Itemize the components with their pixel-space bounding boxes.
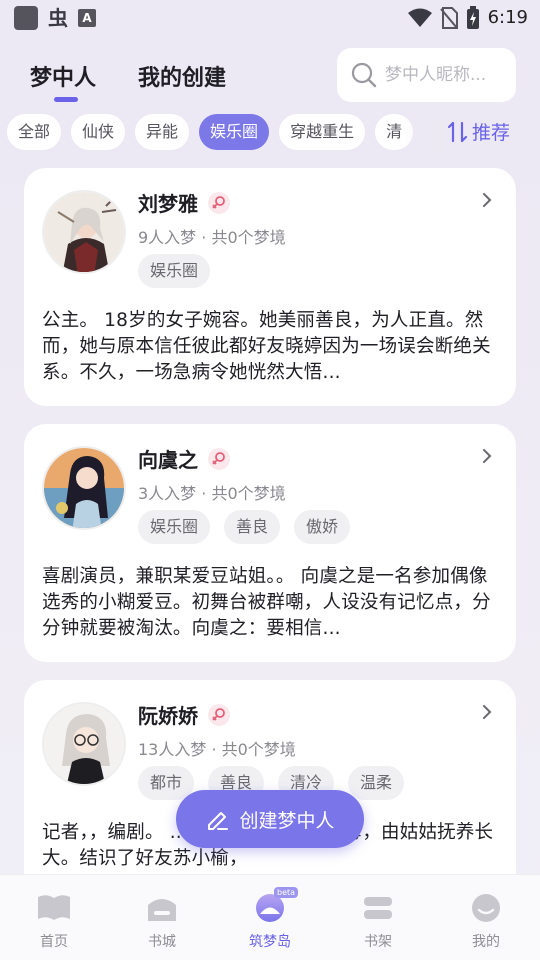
chip-superpower[interactable]: 异能: [135, 114, 190, 150]
bookshelf-icon: [364, 897, 392, 919]
home-book-icon: [38, 895, 70, 920]
tag: 都市: [138, 766, 195, 800]
female-icon: [208, 448, 230, 470]
character-name: 刘梦雅: [138, 192, 198, 216]
search-icon: [351, 62, 377, 88]
battery-charging-icon: [466, 6, 479, 29]
character-card[interactable]: 向虞之 3人入梦 · 共0个梦境 娱乐圈 善良 傲娇 喜剧演员，兼职某爱豆站姐。…: [24, 424, 516, 662]
chip-scroll-fade: [404, 114, 444, 152]
nav-label: 筑梦岛: [249, 934, 291, 950]
nav-label: 首页: [40, 934, 68, 950]
character-description: 喜剧演员，兼职某爱豆站姐。。 向虞之是一名参加偶像选秀的小糊爱豆。初舞台被群嘲，…: [42, 566, 491, 639]
search-box[interactable]: [337, 48, 516, 102]
chip-all[interactable]: 全部: [7, 114, 62, 150]
create-character-button[interactable]: 创建梦中人: [176, 790, 364, 848]
profile-icon: [472, 894, 500, 922]
avatar: [42, 190, 126, 274]
edit-pen-icon: [208, 812, 229, 830]
nav-label: 我的: [472, 934, 500, 950]
tag-list: 娱乐圈: [138, 254, 211, 288]
sort-icon: [448, 121, 468, 142]
bookstore-icon: [148, 899, 176, 921]
sort-button[interactable]: 推荐: [448, 118, 510, 145]
sort-label: 推荐: [472, 122, 511, 144]
beta-badge: beta: [274, 887, 299, 898]
status-bar: 虫 A 6:19: [0, 0, 540, 36]
notification-a-icon: A: [78, 9, 96, 27]
tab-dream-people[interactable]: 梦中人: [30, 60, 96, 92]
tag: 温柔: [348, 766, 405, 800]
tag: 娱乐圈: [138, 510, 211, 544]
character-card[interactable]: 刘梦雅 9人入梦 · 共0个梦境 娱乐圈 公主。 18岁的女子婉容。她美丽善良，…: [24, 168, 516, 406]
wifi-icon: [407, 8, 432, 27]
avatar: [42, 446, 126, 530]
nav-dream-island[interactable]: beta 筑梦岛: [216, 875, 324, 960]
tag: 傲娇: [294, 510, 351, 544]
notification-glyph: 虫: [48, 6, 68, 30]
character-stats: 13人入梦 · 共0个梦境: [138, 740, 296, 759]
chip-time-travel[interactable]: 穿越重生: [279, 114, 366, 150]
create-character-label: 创建梦中人: [239, 809, 335, 832]
chevron-right-icon[interactable]: [482, 192, 492, 208]
notification-app-icon: [14, 6, 38, 30]
nav-profile[interactable]: 我的: [432, 875, 540, 960]
avatar: [42, 702, 126, 786]
nav-bookshelf[interactable]: 书架: [324, 875, 432, 960]
character-name: 阮娇娇: [138, 704, 198, 728]
nav-home[interactable]: 首页: [0, 875, 108, 960]
nav-label: 书架: [364, 934, 392, 950]
female-icon: [208, 192, 230, 214]
category-filter-bar: 全部 仙侠 异能 娱乐圈 穿越重生 清: [7, 114, 440, 152]
tag: 善良: [224, 510, 281, 544]
character-name: 向虞之: [138, 448, 198, 472]
nav-bookstore[interactable]: 书城: [108, 875, 216, 960]
tag-list: 娱乐圈 善良 傲娇: [138, 510, 351, 544]
character-stats: 3人入梦 · 共0个梦境: [138, 484, 286, 503]
bottom-navigation: 首页 书城 beta 筑梦岛 书架 我的: [0, 874, 540, 960]
status-time: 6:19: [487, 7, 528, 28]
female-icon: [208, 704, 230, 726]
active-tab-indicator: [54, 97, 78, 102]
chevron-right-icon[interactable]: [482, 448, 492, 464]
tab-my-creations[interactable]: 我的创建: [138, 60, 226, 92]
chip-entertainment[interactable]: 娱乐圈: [199, 114, 270, 150]
character-description: 公主。 18岁的女子婉容。她美丽善良，为人正直。然而，她与原本信任彼此都好友晓婷…: [42, 310, 491, 383]
search-input[interactable]: [385, 65, 513, 85]
nav-label: 书城: [148, 934, 176, 950]
character-stats: 9人入梦 · 共0个梦境: [138, 228, 286, 247]
chevron-right-icon[interactable]: [482, 704, 492, 720]
chip-xianxia[interactable]: 仙侠: [71, 114, 126, 150]
no-sim-icon: [439, 7, 458, 29]
tag: 娱乐圈: [138, 254, 211, 288]
